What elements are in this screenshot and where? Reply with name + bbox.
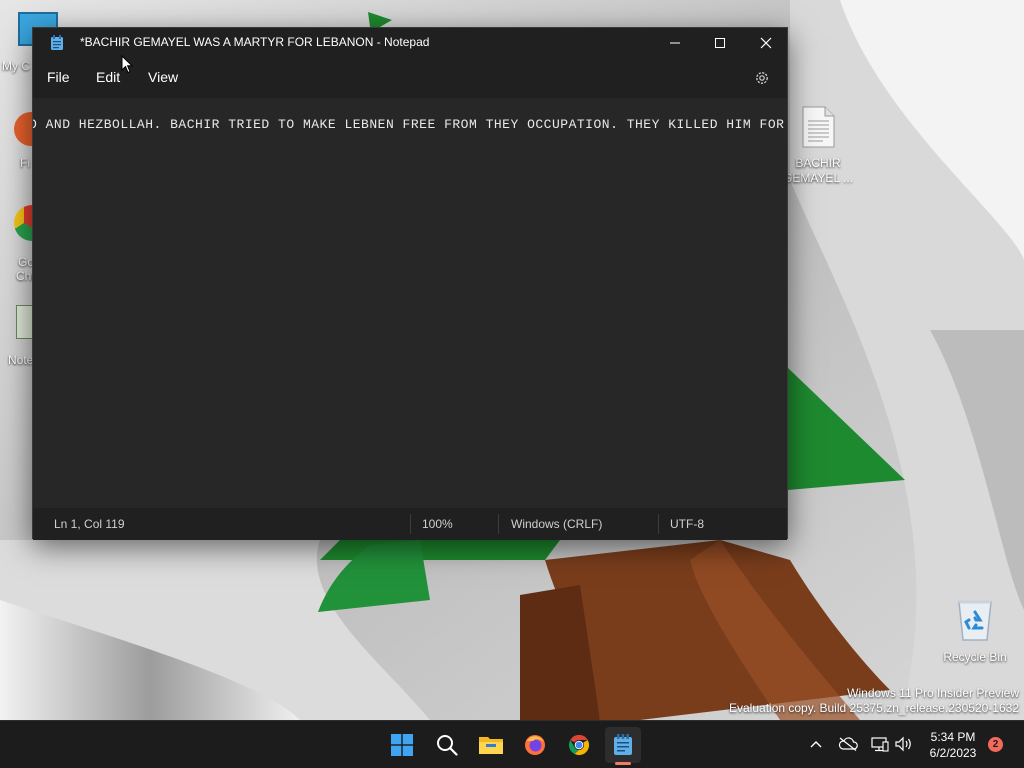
start-button[interactable] xyxy=(384,727,420,763)
minimize-icon xyxy=(670,42,680,44)
clock-date: 6/2/2023 xyxy=(929,746,977,760)
desktop-icon-label: Fi xyxy=(20,156,30,170)
text-file-icon xyxy=(802,106,835,148)
desktop-icon-label: GEMAYEL ... xyxy=(782,171,854,185)
desktop-icon-label: Note xyxy=(8,353,34,367)
cursor-position: Ln 1, Col 119 xyxy=(54,517,125,531)
encoding[interactable]: UTF-8 xyxy=(670,517,704,531)
volume-button[interactable] xyxy=(892,733,914,755)
cloud-offline-icon xyxy=(838,737,858,751)
watermark-edition: Windows 11 Pro Insider Preview xyxy=(847,686,1019,700)
taskbar-search-button[interactable] xyxy=(429,727,465,763)
desktop-icon-label: My C xyxy=(2,59,30,73)
taskbar: 5:34 PM 6/2/2023 2 xyxy=(0,720,1024,768)
watermark-build: Evaluation copy. Build 25375.zn_release.… xyxy=(729,701,1019,715)
network-button[interactable] xyxy=(869,733,891,755)
volume-icon xyxy=(895,736,911,752)
menu-file[interactable]: File xyxy=(47,69,70,85)
taskbar-file-explorer[interactable] xyxy=(473,727,509,763)
taskbar-notepad[interactable] xyxy=(605,727,641,765)
maximize-icon xyxy=(715,38,725,48)
notepad-icon xyxy=(51,35,63,50)
show-hidden-icons-button[interactable] xyxy=(805,733,827,755)
chrome-icon xyxy=(14,205,34,241)
taskbar-chrome[interactable] xyxy=(561,727,597,763)
settings-button[interactable] xyxy=(751,67,773,89)
menu-edit[interactable]: Edit xyxy=(96,69,120,85)
maximize-button[interactable] xyxy=(697,28,743,58)
recycle-bin-icon xyxy=(958,600,992,641)
clock-time: 5:34 PM xyxy=(930,730,976,744)
firefox-icon xyxy=(525,735,545,755)
desktop-icon-label: BACHIR xyxy=(795,156,841,170)
taskbar-clock[interactable]: 5:34 PM 6/2/2023 xyxy=(925,729,981,761)
onedrive-button[interactable] xyxy=(837,733,859,755)
firefox-icon xyxy=(14,112,34,146)
desktop-icon-chrome[interactable]: Go Chr xyxy=(14,205,35,283)
search-icon xyxy=(437,735,458,756)
desktop-icon-text-file[interactable]: BACHIR GEMAYEL ... xyxy=(778,106,858,186)
notification-badge[interactable]: 2 xyxy=(988,737,1003,752)
taskbar-firefox[interactable] xyxy=(517,727,553,763)
zoom-level[interactable]: 100% xyxy=(422,517,453,531)
title-bar[interactable]: *BACHIR GEMAYEL WAS A MARTYR FOR LEBANON… xyxy=(33,28,787,58)
window-title: *BACHIR GEMAYEL WAS A MARTYR FOR LEBANON… xyxy=(80,35,430,49)
desktop-icon-recycle-bin[interactable]: Recycle Bin xyxy=(935,598,1015,665)
gear-icon xyxy=(756,72,768,84)
status-divider xyxy=(658,514,659,534)
menu-view[interactable]: View xyxy=(148,69,178,85)
notepad-icon xyxy=(614,734,632,755)
close-button[interactable] xyxy=(743,28,789,58)
chevron-up-icon xyxy=(810,741,822,748)
windows-start-icon xyxy=(391,734,413,756)
notepad-window[interactable]: *BACHIR GEMAYEL WAS A MARTYR FOR LEBANON… xyxy=(32,27,788,540)
desktop-icon-firefox[interactable]: Fi xyxy=(14,112,34,170)
active-app-indicator xyxy=(615,762,631,765)
network-icon xyxy=(871,737,889,752)
minimize-button[interactable] xyxy=(652,28,698,58)
windows-watermark: Windows 11 Pro Insider Preview Evaluatio… xyxy=(729,686,1019,716)
status-divider xyxy=(498,514,499,534)
mouse-cursor-icon xyxy=(121,55,133,74)
editor-content[interactable]: O AND HEZBOLLAH. BACHIR TRIED TO MAKE LE… xyxy=(33,117,787,132)
status-bar: Ln 1, Col 119 100% Windows (CRLF) UTF-8 xyxy=(33,508,787,540)
menu-bar: File Edit View xyxy=(33,58,787,98)
line-ending[interactable]: Windows (CRLF) xyxy=(511,517,602,531)
desktop-icon-label: Recycle Bin xyxy=(943,650,1007,664)
text-editor[interactable]: O AND HEZBOLLAH. BACHIR TRIED TO MAKE LE… xyxy=(33,98,787,508)
chrome-icon xyxy=(568,734,590,756)
close-icon xyxy=(760,37,772,49)
status-divider xyxy=(410,514,411,534)
file-explorer-icon xyxy=(479,737,503,754)
